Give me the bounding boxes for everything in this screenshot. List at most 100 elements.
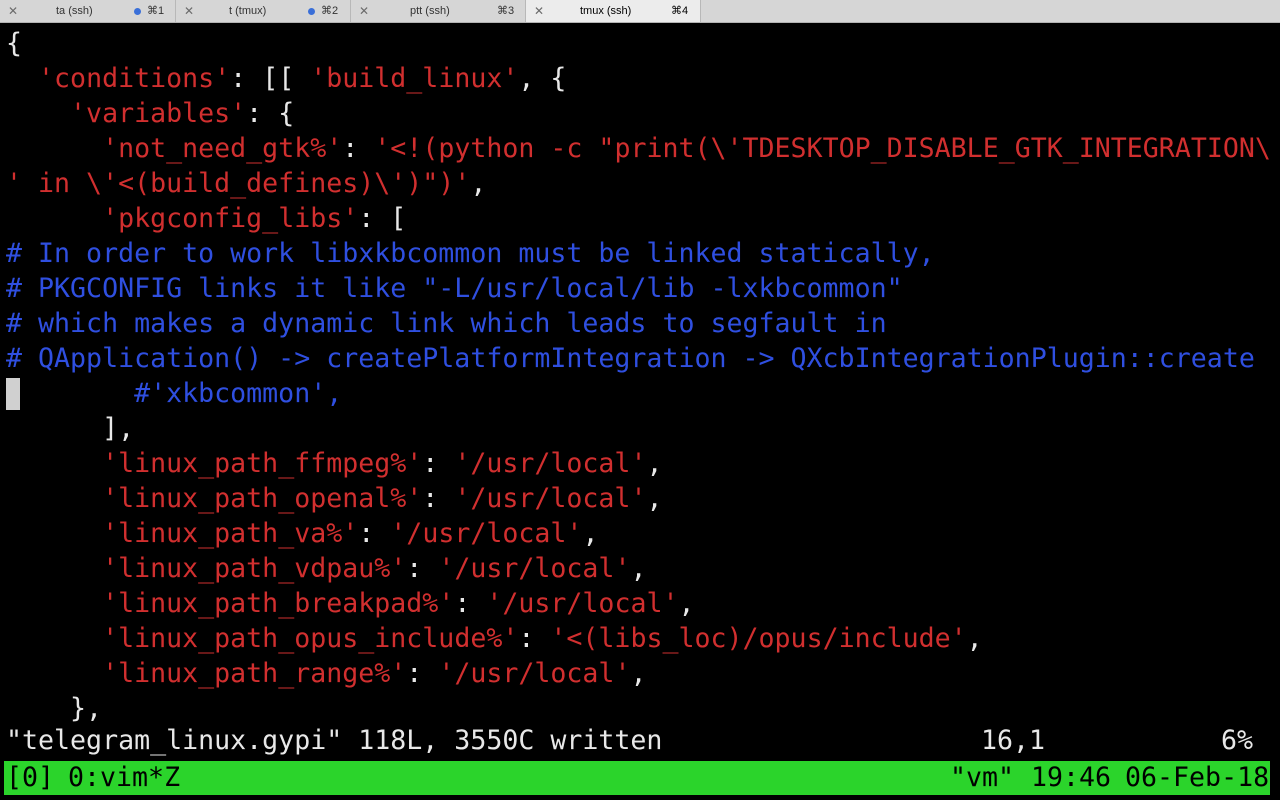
code-token: : { [246, 98, 295, 129]
code-line: }, [6, 691, 102, 726]
code-token: 'conditions' [38, 63, 231, 94]
code-token: 'linux_path_vdpau%' [102, 553, 407, 584]
tmux-date: 06-Feb-18 [1125, 762, 1270, 793]
code-line: #'xkbcommon', [6, 376, 342, 411]
code-token: '/usr/local' [390, 518, 583, 549]
code-token: '/usr/local' [438, 553, 631, 584]
code-line: ], [6, 411, 134, 446]
code-token: 'pkgconfig_libs' [102, 203, 359, 234]
code-token: : [454, 588, 487, 619]
tab-title: t (tmux) [229, 5, 267, 17]
close-icon[interactable]: ✕ [8, 4, 18, 18]
code-token: ' in \'<(build_defines)\')")' [6, 168, 471, 199]
code-token: 'variables' [70, 98, 247, 129]
code-token: , { [518, 63, 567, 94]
code-token: # In order to work libxkbcommon must be … [6, 238, 935, 269]
code-token: # QApplication() -> createPlatformIntegr… [6, 343, 1255, 374]
code-token: '/usr/local' [454, 448, 647, 479]
code-token: , [630, 553, 647, 584]
tab-shortcut: ⌘1 [147, 5, 165, 17]
scroll-percent: 6% [1221, 725, 1254, 756]
tab-title: ta (ssh) [56, 5, 93, 17]
activity-dot-icon [308, 8, 315, 15]
tab-title: tmux (ssh) [580, 5, 632, 17]
code-line: 'linux_path_opus_include%': '<(libs_loc)… [6, 621, 983, 656]
code-line: { [6, 26, 22, 61]
code-token: : [422, 483, 455, 514]
tab-2[interactable]: ✕ t (tmux) ⌘2 [176, 0, 351, 22]
code-token: '<(libs_loc)/opus/include' [550, 623, 967, 654]
code-token: }, [6, 693, 103, 724]
code-token: 'linux_path_range%' [102, 658, 407, 689]
code-token: '/usr/local' [454, 483, 647, 514]
tmux-session: [0] [6, 762, 55, 793]
code-token: '/usr/local' [486, 588, 679, 619]
close-icon[interactable]: ✕ [359, 4, 369, 18]
tmux-time: 19:46 [1031, 762, 1112, 793]
close-icon[interactable]: ✕ [534, 4, 544, 18]
code-token: , [646, 483, 663, 514]
terminal-window[interactable]: { 'conditions': [[ 'build_linux', { 'var… [0, 23, 1280, 800]
tab-bar: ✕ ta (ssh) ⌘1 ✕ t (tmux) ⌘2 ✕ ptt (ssh) … [0, 0, 1280, 23]
tab-shortcut: ⌘3 [497, 5, 515, 17]
code-token: 'linux_path_breakpad%' [102, 588, 455, 619]
code-token: , [582, 518, 599, 549]
tmux-status-bar: [0] 0:vim*Z "vm" 19:46 06-Feb-18 [4, 761, 1270, 795]
code-token: ], [6, 413, 135, 444]
code-line: 'linux_path_openal%': '/usr/local', [6, 481, 662, 516]
code-token: : [342, 133, 375, 164]
code-token: #'xkbcommon', [6, 378, 343, 409]
code-token: : [518, 623, 551, 654]
code-line: 'not_need_gtk%': '<!(python -c "print(\'… [6, 131, 1271, 166]
text-cursor [6, 378, 20, 410]
activity-dot-icon [134, 8, 141, 15]
code-token: : [358, 518, 391, 549]
code-line: 'pkgconfig_libs': [ [6, 201, 406, 236]
code-line: 'conditions': [[ 'build_linux', { [6, 61, 566, 96]
cursor-position: 16,1 [981, 725, 1046, 756]
code-token: : [406, 553, 439, 584]
code-token: 'not_need_gtk%' [102, 133, 343, 164]
code-token: 'linux_path_opus_include%' [102, 623, 519, 654]
code-line: # which makes a dynamic link which leads… [6, 306, 887, 341]
vim-status-message: "telegram_linux.gypi" 118L, 3550C writte… [6, 725, 663, 756]
code-token: : [422, 448, 455, 479]
code-token: , [470, 168, 487, 199]
code-token: 'linux_path_openal%' [102, 483, 423, 514]
tab-1[interactable]: ✕ ta (ssh) ⌘1 [0, 0, 176, 22]
code-line: # In order to work libxkbcommon must be … [6, 236, 935, 271]
code-token: : [ [358, 203, 407, 234]
code-line: # QApplication() -> createPlatformIntegr… [6, 341, 1255, 376]
code-token: { [6, 28, 23, 59]
code-line: 'linux_path_vdpau%': '/usr/local', [6, 551, 646, 586]
code-line: 'linux_path_ffmpeg%': '/usr/local', [6, 446, 662, 481]
close-icon[interactable]: ✕ [184, 4, 194, 18]
code-line: 'linux_path_va%': '/usr/local', [6, 516, 598, 551]
tmux-host: "vm" [950, 762, 1015, 793]
code-token: , [630, 658, 647, 689]
code-token: '<!(python -c "print(\'TDESKTOP_DISABLE_… [374, 133, 1271, 164]
code-token: '/usr/local' [438, 658, 631, 689]
code-token: , [646, 448, 663, 479]
tab-title: ptt (ssh) [410, 5, 450, 17]
code-token: # which makes a dynamic link which leads… [6, 308, 887, 339]
code-line: 'linux_path_breakpad%': '/usr/local', [6, 586, 694, 621]
code-token: : [[ [230, 63, 311, 94]
code-line: ' in \'<(build_defines)\')")', [6, 166, 486, 201]
code-token: 'linux_path_va%' [102, 518, 359, 549]
tab-4[interactable]: ✕ tmux (ssh) ⌘4 [526, 0, 701, 22]
tmux-window[interactable]: 0:vim*Z [68, 761, 180, 795]
code-token: 'build_linux' [310, 63, 519, 94]
code-token: 'linux_path_ffmpeg%' [102, 448, 423, 479]
tab-3[interactable]: ✕ ptt (ssh) ⌘3 [351, 0, 526, 22]
